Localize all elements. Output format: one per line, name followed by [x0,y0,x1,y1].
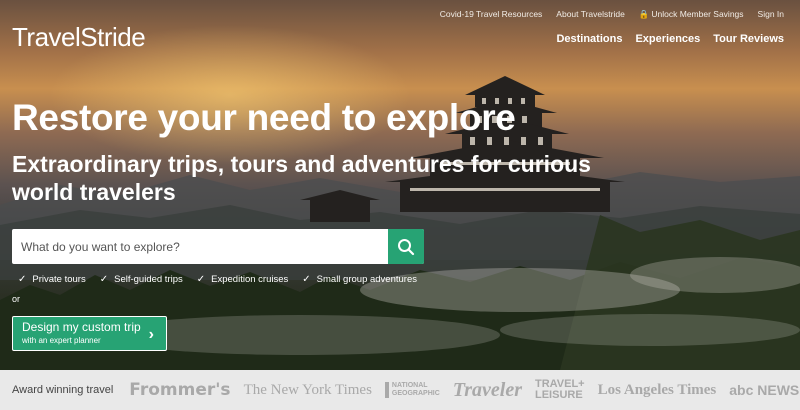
press-bar: Award winning travel Frommer's The New Y… [0,370,800,410]
search-icon [398,238,415,255]
traveler-logo: Traveler [452,378,522,401]
covid-resources-link[interactable]: Covid-19 Travel Resources [440,9,543,20]
feature-item[interactable]: ✓ Private tours [18,274,86,285]
nav-tour-reviews[interactable]: Tour Reviews [713,33,784,45]
search-box [12,229,424,264]
nav-destinations[interactable]: Destinations [556,33,622,45]
about-link[interactable]: About Travelstride [556,9,625,20]
chevron-right-icon: › [148,326,154,343]
travelstride-logo[interactable]: TravelStride [12,22,146,53]
or-divider-text: or [12,294,21,304]
check-icon: ✓ [18,274,27,285]
la-times-logo: Los Angeles Times [597,381,717,398]
nav-experiences[interactable]: Experiences [635,33,700,45]
main-nav: Destinations Experiences Tour Reviews [556,33,784,45]
lock-icon: 🔒 [638,9,650,19]
cta-subtitle: with an expert planner [22,336,101,345]
feature-label: Private tours [32,274,86,285]
press-label: Award winning travel [12,384,114,396]
check-icon: ✓ [302,274,311,285]
hero-headline: Restore your need to explore [12,97,516,138]
feature-list: ✓ Private tours ✓ Self-guided trips ✓ Exped… [18,274,417,285]
search-button[interactable] [388,229,424,264]
frommers-logo: Frommer's [129,380,231,400]
custom-trip-button[interactable]: Design my custom trip with an expert pla… [12,316,167,351]
hero-subhead: Extraordinary trips, tours and adventure… [12,151,591,205]
feature-item[interactable]: ✓ Expedition cruises [197,274,289,285]
member-savings-link[interactable]: 🔒 Unlock Member Savings [639,9,744,20]
feature-item[interactable]: ✓ Small group adventures [302,274,417,285]
feature-label: Self-guided trips [114,274,183,285]
check-icon: ✓ [99,274,109,285]
sign-in-link[interactable]: Sign In [758,9,784,20]
cta-title: Design my custom trip [22,320,141,334]
feature-item[interactable]: ✓ Self-guided trips [100,274,183,285]
nyt-logo: The New York Times [243,381,372,398]
abc-news-logo: abc NEWS [729,382,800,398]
hero-banner: TravelStride Covid-19 Travel Resources A… [0,0,800,370]
natgeo-logo: NATIONAL GEOGRAPHIC [384,382,440,398]
feature-label: Expedition cruises [211,274,289,285]
utility-nav: Covid-19 Travel Resources About Travelst… [440,9,784,20]
travel-leisure-logo: TRAVEL+ LEISURE [535,378,585,401]
search-input[interactable] [12,229,388,264]
check-icon: ✓ [196,274,206,285]
feature-label: Small group adventures [316,274,417,285]
member-savings-label: Unlock Member Savings [651,9,744,19]
